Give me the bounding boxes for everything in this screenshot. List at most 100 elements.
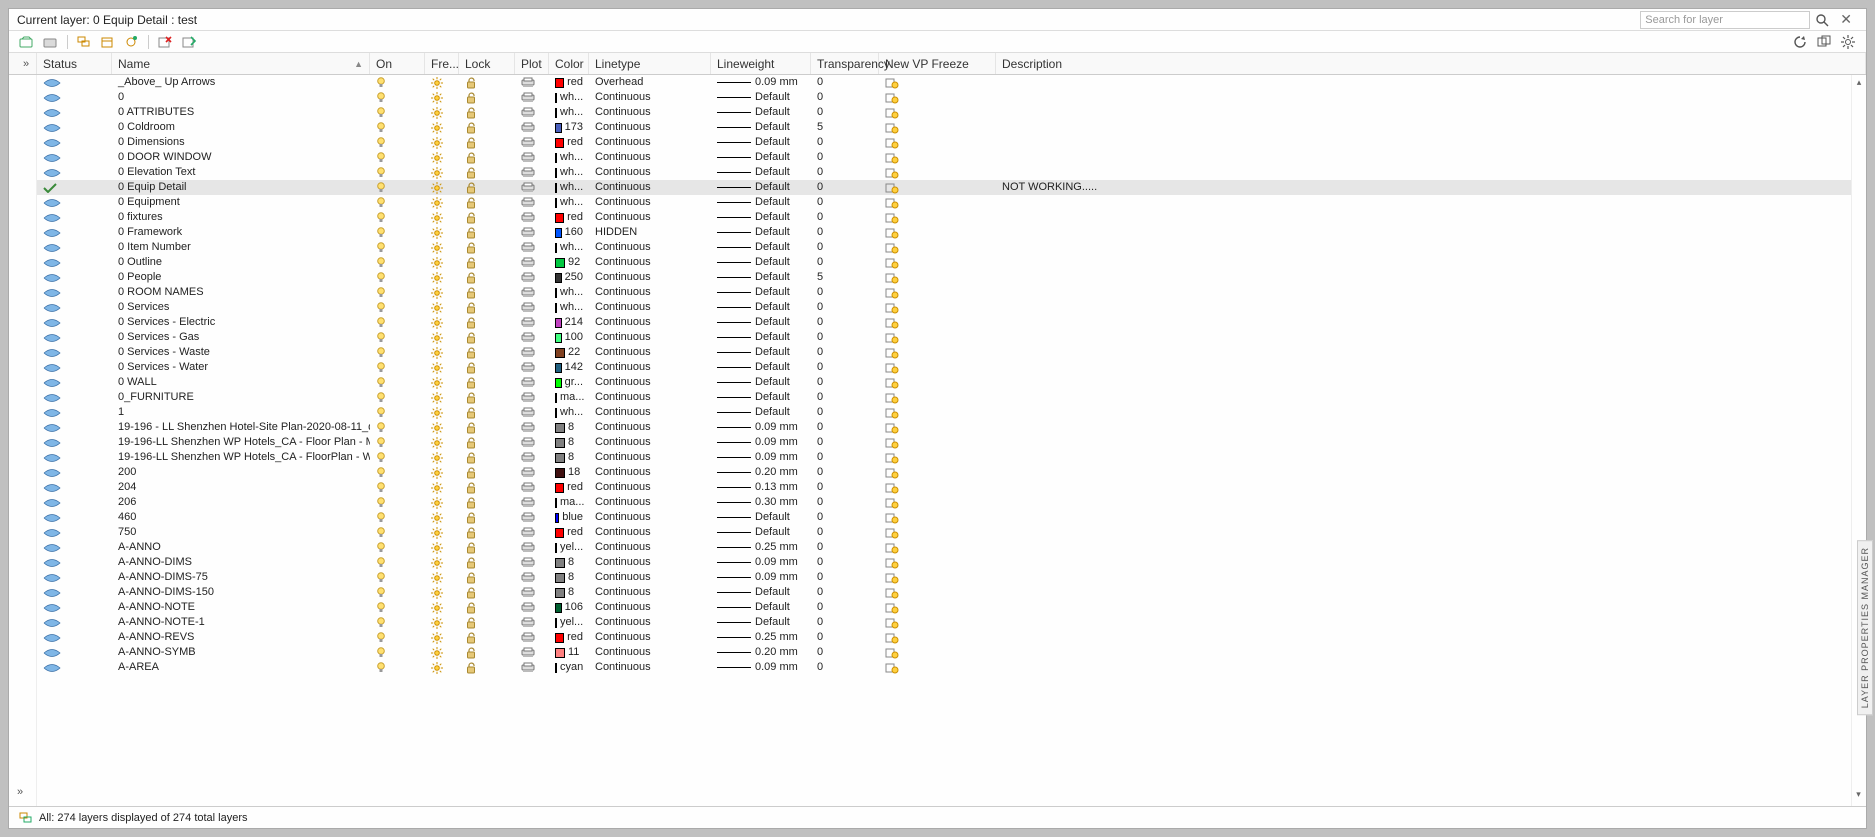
on-toggle[interactable]: [370, 257, 425, 269]
plot-toggle[interactable]: [515, 347, 549, 358]
lineweight-cell[interactable]: Default: [711, 360, 811, 375]
color-cell[interactable]: 8: [549, 450, 589, 465]
expand-tree-button[interactable]: »: [9, 53, 37, 74]
vp-freeze-toggle[interactable]: [879, 137, 996, 149]
vp-freeze-toggle[interactable]: [879, 182, 996, 194]
color-cell[interactable]: 100: [549, 330, 589, 345]
lock-toggle[interactable]: [459, 392, 515, 404]
lineweight-cell[interactable]: Default: [711, 285, 811, 300]
vp-freeze-toggle[interactable]: [879, 497, 996, 509]
transparency-cell[interactable]: 0: [811, 450, 879, 465]
linetype-cell[interactable]: Continuous: [589, 195, 711, 210]
lock-toggle[interactable]: [459, 227, 515, 239]
on-toggle[interactable]: [370, 242, 425, 254]
linetype-cell[interactable]: Continuous: [589, 255, 711, 270]
transparency-cell[interactable]: 0: [811, 300, 879, 315]
freeze-toggle[interactable]: [425, 152, 459, 164]
transparency-cell[interactable]: 0: [811, 105, 879, 120]
plot-toggle[interactable]: [515, 617, 549, 628]
plot-toggle[interactable]: [515, 122, 549, 133]
lineweight-cell[interactable]: Default: [711, 390, 811, 405]
plot-toggle[interactable]: [515, 92, 549, 103]
filter-invert-icon[interactable]: [17, 810, 33, 826]
lineweight-cell[interactable]: Default: [711, 135, 811, 150]
plot-toggle[interactable]: [515, 332, 549, 343]
lineweight-cell[interactable]: Default: [711, 375, 811, 390]
freeze-toggle[interactable]: [425, 347, 459, 359]
freeze-toggle[interactable]: [425, 272, 459, 284]
on-toggle[interactable]: [370, 212, 425, 224]
lineweight-cell[interactable]: Default: [711, 210, 811, 225]
lineweight-cell[interactable]: 0.13 mm: [711, 480, 811, 495]
col-color[interactable]: Color: [549, 53, 589, 74]
lock-toggle[interactable]: [459, 497, 515, 509]
linetype-cell[interactable]: Continuous: [589, 555, 711, 570]
on-toggle[interactable]: [370, 182, 425, 194]
on-toggle[interactable]: [370, 542, 425, 554]
plot-toggle[interactable]: [515, 227, 549, 238]
freeze-toggle[interactable]: [425, 137, 459, 149]
on-toggle[interactable]: [370, 512, 425, 524]
on-toggle[interactable]: [370, 602, 425, 614]
lineweight-cell[interactable]: Default: [711, 615, 811, 630]
lineweight-cell[interactable]: Default: [711, 105, 811, 120]
on-toggle[interactable]: [370, 437, 425, 449]
isolate-icon[interactable]: [1816, 34, 1832, 50]
plot-toggle[interactable]: [515, 272, 549, 283]
lock-toggle[interactable]: [459, 632, 515, 644]
lock-toggle[interactable]: [459, 257, 515, 269]
color-cell[interactable]: red: [549, 480, 589, 495]
color-cell[interactable]: blue: [549, 510, 589, 525]
linetype-cell[interactable]: Continuous: [589, 600, 711, 615]
lock-toggle[interactable]: [459, 107, 515, 119]
transparency-cell[interactable]: 0: [811, 375, 879, 390]
freeze-toggle[interactable]: [425, 422, 459, 434]
linetype-cell[interactable]: Continuous: [589, 540, 711, 555]
vp-freeze-toggle[interactable]: [879, 317, 996, 329]
plot-toggle[interactable]: [515, 587, 549, 598]
plot-toggle[interactable]: [515, 422, 549, 433]
on-toggle[interactable]: [370, 92, 425, 104]
layer-row[interactable]: 0 WALLgr...ContinuousDefault0: [37, 375, 1851, 390]
lineweight-cell[interactable]: Default: [711, 270, 811, 285]
transparency-cell[interactable]: 0: [811, 585, 879, 600]
color-cell[interactable]: 8: [549, 420, 589, 435]
linetype-cell[interactable]: Continuous: [589, 180, 711, 195]
plot-toggle[interactable]: [515, 197, 549, 208]
linetype-cell[interactable]: Continuous: [589, 660, 711, 675]
layer-row[interactable]: 0wh...ContinuousDefault0: [37, 90, 1851, 105]
lineweight-cell[interactable]: Default: [711, 510, 811, 525]
freeze-toggle[interactable]: [425, 392, 459, 404]
color-cell[interactable]: wh...: [549, 405, 589, 420]
plot-toggle[interactable]: [515, 602, 549, 613]
vp-freeze-toggle[interactable]: [879, 212, 996, 224]
transparency-cell[interactable]: 0: [811, 660, 879, 675]
on-toggle[interactable]: [370, 452, 425, 464]
freeze-toggle[interactable]: [425, 452, 459, 464]
col-description[interactable]: Description: [996, 53, 1866, 74]
on-toggle[interactable]: [370, 527, 425, 539]
layer-row[interactable]: 19-196-LL Shenzhen WP Hotels_CA - Floor …: [37, 435, 1851, 450]
color-cell[interactable]: cyan: [549, 660, 589, 675]
linetype-cell[interactable]: Continuous: [589, 105, 711, 120]
layer-row[interactable]: 19-196 - LL Shenzhen Hotel-Site Plan-202…: [37, 420, 1851, 435]
linetype-cell[interactable]: Continuous: [589, 525, 711, 540]
freeze-toggle[interactable]: [425, 602, 459, 614]
description-cell[interactable]: NOT WORKING.....: [996, 180, 1851, 195]
color-cell[interactable]: wh...: [549, 165, 589, 180]
lock-toggle[interactable]: [459, 242, 515, 254]
lineweight-cell[interactable]: 0.09 mm: [711, 555, 811, 570]
layer-row[interactable]: 460blueContinuousDefault0: [37, 510, 1851, 525]
color-cell[interactable]: ma...: [549, 495, 589, 510]
color-cell[interactable]: wh...: [549, 105, 589, 120]
linetype-cell[interactable]: Continuous: [589, 495, 711, 510]
vp-freeze-toggle[interactable]: [879, 197, 996, 209]
freeze-toggle[interactable]: [425, 647, 459, 659]
freeze-toggle[interactable]: [425, 317, 459, 329]
vp-freeze-toggle[interactable]: [879, 527, 996, 539]
layer-row[interactable]: A-ANNOyel...Continuous0.25 mm0: [37, 540, 1851, 555]
transparency-cell[interactable]: 0: [811, 630, 879, 645]
vp-freeze-toggle[interactable]: [879, 332, 996, 344]
lineweight-cell[interactable]: Default: [711, 195, 811, 210]
layer-row[interactable]: _Above_ Up ArrowsredOverhead0.09 mm0: [37, 75, 1851, 90]
